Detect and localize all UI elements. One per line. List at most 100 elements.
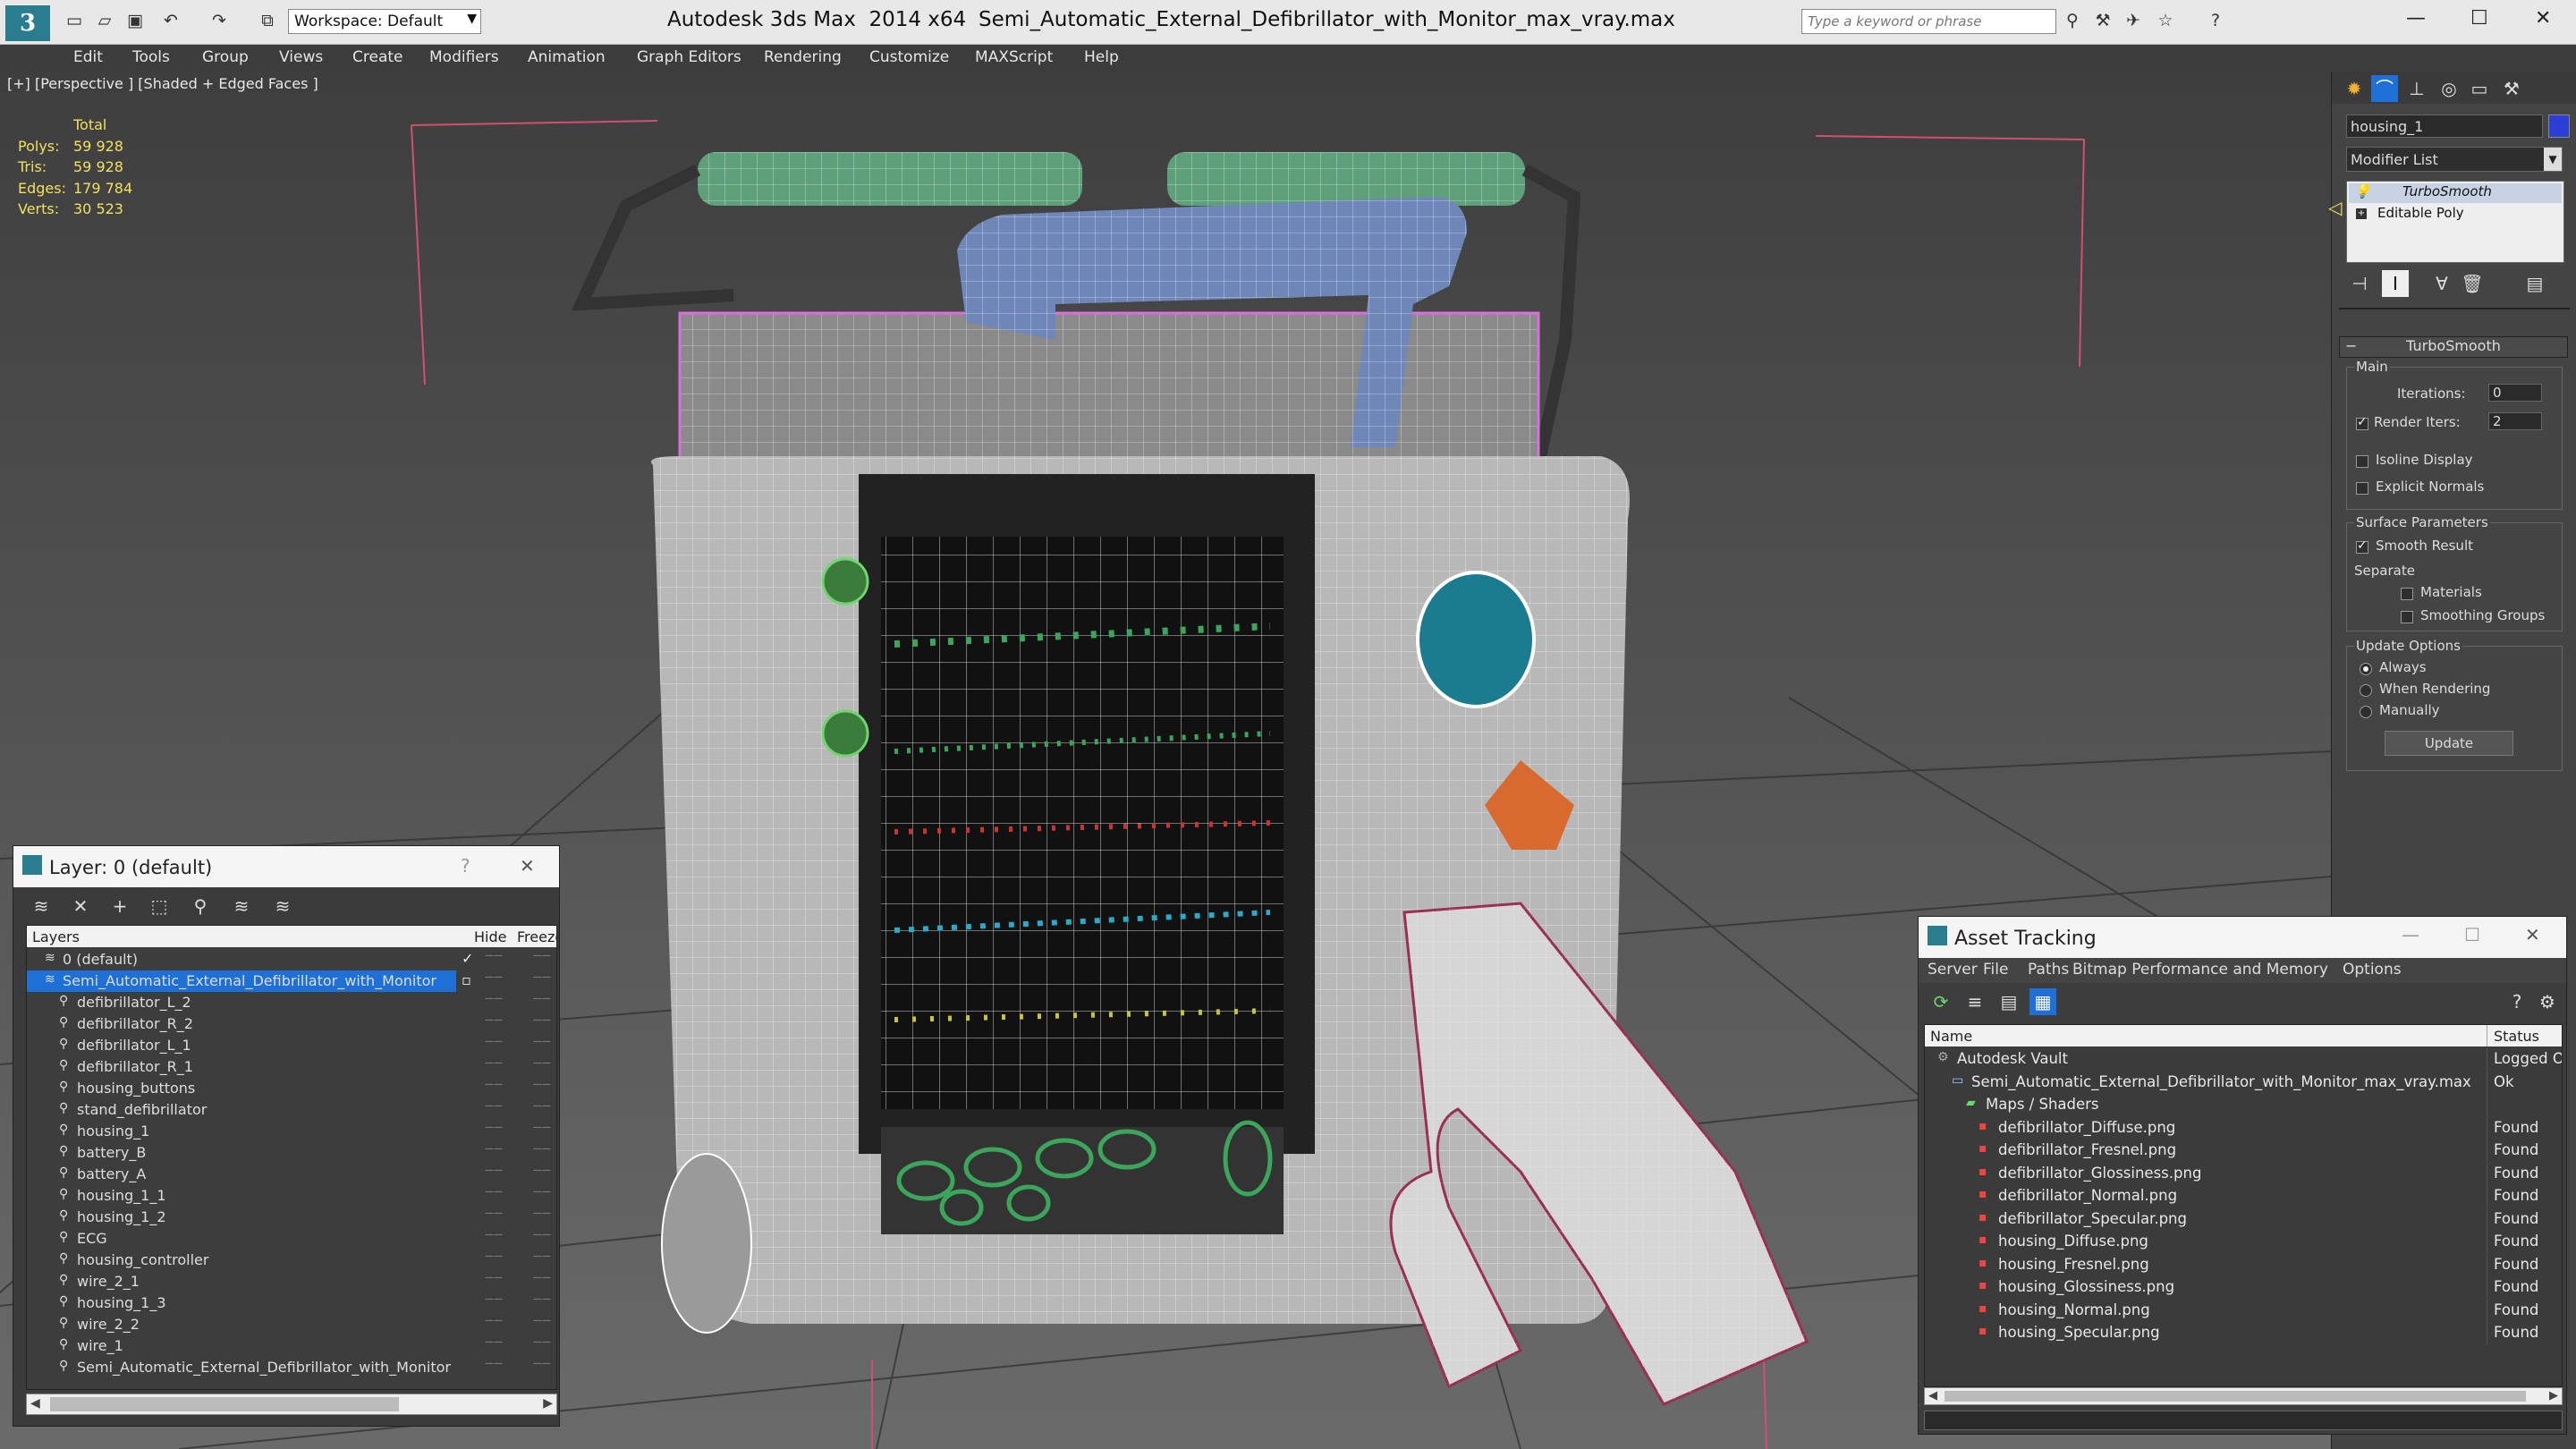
hide-all-icon[interactable]: ≋ [228, 893, 255, 919]
layer-row[interactable]: ⚲ Semi_Automatic_External_Defibrillator_w… [27, 1357, 556, 1378]
new-file-icon[interactable]: ▭ [63, 9, 86, 32]
layer-row[interactable]: ⚲ wire_2_1 —— —— [27, 1271, 556, 1292]
asset-row[interactable]: ▪ defibrillator_Glossiness.png Found [1925, 1162, 2562, 1185]
layer-row[interactable]: ≋ 0 (default) —— —— [27, 949, 556, 970]
minimize-icon[interactable]: — [2402, 924, 2419, 945]
asset-row[interactable]: ▪ defibrillator_Normal.png Found [1925, 1185, 2562, 1208]
freeze-toggle[interactable]: —— [533, 1208, 551, 1218]
close-icon[interactable]: ✕ [520, 855, 535, 877]
layer-row[interactable]: ⚲ housing_1 —— —— [27, 1121, 556, 1142]
col-layers[interactable]: Layers [32, 928, 80, 945]
layer-row[interactable]: ⚲ housing_buttons —— —— [27, 1078, 556, 1099]
app-logo[interactable]: 3 [5, 5, 50, 41]
hide-toggle[interactable]: —— [485, 1359, 503, 1368]
freeze-toggle[interactable]: —— [533, 994, 551, 1004]
maximize-icon[interactable]: ☐ [2470, 7, 2488, 30]
configure-sets-icon[interactable]: ▤ [2521, 270, 2548, 297]
redo-icon[interactable]: ↷ [208, 9, 231, 32]
hide-toggle[interactable]: —— [485, 1015, 503, 1025]
freeze-toggle[interactable]: —— [533, 1123, 551, 1132]
create-layer-icon[interactable]: + [106, 893, 133, 919]
make-unique-icon[interactable]: ∀ [2428, 270, 2455, 297]
favorites-icon[interactable]: ☆ [2154, 9, 2177, 32]
render-iters-spinner[interactable]: 2 [2488, 412, 2542, 430]
asset-menu-file[interactable]: File [1983, 961, 2008, 979]
menu-item-create[interactable]: Create [352, 48, 403, 66]
hide-toggle[interactable]: —— [485, 1165, 503, 1175]
menu-item-maxscript[interactable]: MAXScript [975, 48, 1053, 66]
layer-row[interactable]: ⚲ battery_B —— —— [27, 1142, 556, 1164]
freeze-toggle[interactable]: —— [533, 1251, 551, 1261]
freeze-toggle[interactable]: —— [533, 1101, 551, 1111]
hide-toggle[interactable]: —— [485, 951, 503, 961]
hide-toggle[interactable]: —— [485, 1316, 503, 1326]
smooth-result-checkbox[interactable] [2356, 538, 2368, 554]
stack-item-turbosmooth[interactable]: 💡 TurboSmooth [2349, 183, 2562, 203]
layer-row[interactable]: ⚲ defibrillator_R_2 —— —— [27, 1013, 556, 1035]
asset-row[interactable]: ▪ defibrillator_Specular.png Found [1925, 1208, 2562, 1231]
menu-item-animation[interactable]: Animation [528, 48, 606, 66]
undo-icon[interactable]: ↶ [159, 9, 182, 32]
open-file-icon[interactable]: ▱ [93, 9, 116, 32]
freeze-toggle[interactable]: —— [533, 1187, 551, 1197]
layer-row[interactable]: ⚲ housing_1_1 —— —— [27, 1185, 556, 1207]
layers-icon[interactable]: ≋ [28, 893, 55, 919]
show-end-result-icon[interactable]: I [2382, 270, 2409, 297]
object-name-field[interactable]: housing_1 [2346, 114, 2543, 138]
freeze-toggle[interactable]: —— [533, 1015, 551, 1025]
layer-row[interactable]: ⚲ battery_A —— —— [27, 1164, 556, 1185]
update-button[interactable]: Update [2385, 731, 2513, 756]
create-tab-icon[interactable]: ✹ [2341, 75, 2368, 102]
stack-item-editable-poly[interactable]: + Editable Poly [2349, 205, 2562, 225]
asset-menu-bitmap-performance-and-memory[interactable]: Bitmap Performance and Memory [2072, 961, 2328, 979]
menu-item-rendering[interactable]: Rendering [764, 48, 842, 66]
asset-row[interactable]: ▪ housing_Normal.png Found [1925, 1299, 2562, 1322]
motion-tab-icon[interactable]: ◎ [2436, 75, 2462, 102]
when-rendering-radio[interactable] [2360, 684, 2372, 697]
explicit-normals-checkbox[interactable] [2356, 482, 2368, 495]
hide-toggle[interactable]: —— [485, 1080, 503, 1089]
freeze-toggle[interactable]: —— [533, 972, 551, 982]
freeze-toggle[interactable]: —— [533, 1037, 551, 1046]
asset-row[interactable]: ▪ housing_Specular.png Found [1925, 1322, 2562, 1344]
asset-menu-server[interactable]: Server [1928, 961, 1978, 979]
asset-row[interactable]: ⚙ Autodesk Vault Logged O [1925, 1048, 2562, 1071]
viewport-label[interactable]: [+] [Perspective ] [Shaded + Edged Faces… [7, 75, 318, 92]
menu-item-tools[interactable]: Tools [132, 48, 170, 66]
hide-toggle[interactable]: —— [485, 1251, 503, 1261]
render-iters-checkbox[interactable] [2356, 415, 2368, 430]
workspace-dropdown[interactable]: Workspace: Default ▼ [288, 9, 481, 34]
freeze-toggle[interactable]: —— [533, 1316, 551, 1326]
utilities-tab-icon[interactable]: ⚒ [2498, 75, 2525, 102]
hide-toggle[interactable]: —— [485, 1058, 503, 1068]
col-status[interactable]: Status [2494, 1028, 2539, 1045]
hide-toggle[interactable]: —— [485, 1230, 503, 1240]
modify-tab-icon[interactable]: ⌒ [2371, 75, 2398, 102]
layer-row[interactable]: ⚲ stand_defibrillator —— —— [27, 1099, 556, 1121]
asset-row[interactable]: ▰ Maps / Shaders [1925, 1094, 2562, 1116]
close-icon[interactable]: ✕ [2535, 7, 2551, 30]
hide-toggle[interactable]: —— [485, 972, 503, 982]
asset-row[interactable]: ▪ housing_Diffuse.png Found [1925, 1231, 2562, 1253]
communication-icon[interactable]: ✈ [2122, 9, 2145, 32]
layer-row[interactable]: ⚲ defibrillator_L_2 —— —— [27, 992, 556, 1013]
asset-row[interactable]: ▭ Semi_Automatic_External_Defibrillator_w… [1925, 1071, 2562, 1094]
freeze-toggle[interactable]: —— [533, 1359, 551, 1368]
subscription-icon[interactable]: ⚒ [2091, 9, 2114, 32]
hide-toggle[interactable]: —— [485, 1144, 503, 1154]
freeze-toggle[interactable]: —— [533, 1144, 551, 1154]
col-hide[interactable]: Hide [474, 928, 506, 945]
hide-toggle[interactable]: —— [485, 1101, 503, 1111]
scroll-right-icon[interactable]: ▶ [2549, 1389, 2558, 1402]
help-icon[interactable]: ? [2204, 9, 2227, 32]
menu-item-help[interactable]: Help [1084, 48, 1119, 66]
smoothing-groups-checkbox[interactable] [2401, 611, 2413, 623]
asset-row[interactable]: ▪ housing_Fresnel.png Found [1925, 1253, 2562, 1276]
scroll-thumb[interactable] [1945, 1391, 2526, 1402]
asset-row[interactable]: ▪ defibrillator_Diffuse.png Found [1925, 1116, 2562, 1140]
layer-hscrollbar[interactable]: ◀ ▶ [26, 1394, 557, 1415]
lightbulb-icon[interactable]: 💡 [2354, 183, 2371, 199]
maximize-icon[interactable]: ☐ [2464, 924, 2480, 945]
hold-icon[interactable]: ⧉ [256, 9, 279, 32]
settings-icon[interactable]: ⚙ [2534, 988, 2561, 1015]
